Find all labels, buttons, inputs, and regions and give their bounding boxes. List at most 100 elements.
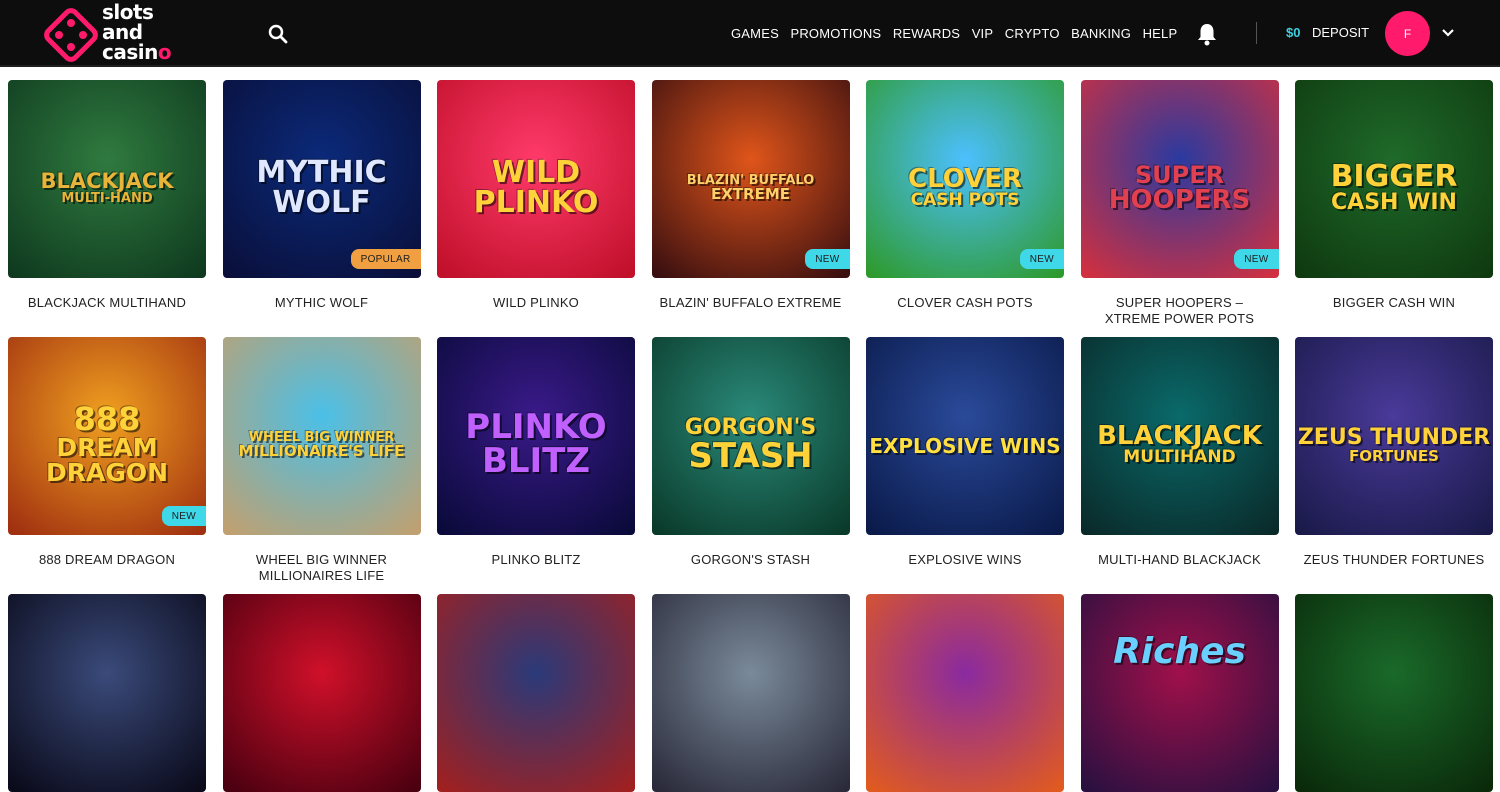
game-thumbnail[interactable] bbox=[866, 594, 1064, 792]
nav-rewards[interactable]: REWARDS bbox=[893, 26, 960, 41]
nav-vip[interactable]: VIP bbox=[972, 26, 994, 41]
game-title[interactable]: MYTHIC WOLF bbox=[223, 295, 421, 311]
game-thumbnail[interactable]: BIGGER CASH WIN bbox=[1295, 80, 1493, 278]
game-logo-line: CASH POTS bbox=[910, 190, 1020, 211]
game-card[interactable]: WHEEL BIG WINNER MILLIONAIRE'S LIFE WHEEL … bbox=[222, 337, 421, 584]
game-card[interactable]: ZEUS THUNDER FORTUNES ZEUS THUNDER FORTUNE… bbox=[1295, 337, 1493, 568]
game-title[interactable]: PLINKO BLITZ bbox=[437, 552, 635, 568]
game-logo-text: BIGGER CASH WIN bbox=[1295, 158, 1493, 214]
game-title[interactable]: SUPER HOOPERS – XTREME POWER POTS bbox=[1081, 295, 1279, 327]
game-card[interactable]: EXPLOSIVE WINS EXPLOSIVE WINS bbox=[866, 337, 1064, 568]
game-card[interactable]: MYTHIC WOLF POPULAR MYTHIC WOLF bbox=[222, 80, 421, 311]
game-card[interactable]: BIGGER CASH WIN BIGGER CASH WIN bbox=[1295, 80, 1493, 311]
game-card[interactable]: BLACKJACK MULTIHAND MULTI-HAND BLACKJACK bbox=[1080, 337, 1279, 568]
nav-games[interactable]: GAMES bbox=[731, 26, 779, 41]
game-thumbnail[interactable]: ZEUS THUNDER FORTUNES bbox=[1295, 337, 1493, 535]
game-card[interactable]: PLINKO BLITZ PLINKO BLITZ bbox=[437, 337, 635, 568]
game-logo-line: BLACKJACK bbox=[1097, 421, 1262, 452]
game-title[interactable]: WHEEL BIG WINNER MILLIONAIRES LIFE bbox=[223, 552, 421, 584]
game-logo-line: DRAGON bbox=[45, 457, 169, 487]
popular-badge: POPULAR bbox=[350, 249, 421, 269]
game-card[interactable]: WILD PLINKO WILD PLINKO bbox=[437, 80, 635, 311]
nav-help[interactable]: HELP bbox=[1143, 26, 1178, 41]
game-title[interactable]: GORGON'S STASH bbox=[652, 552, 850, 568]
game-thumbnail[interactable]: Riches bbox=[1080, 594, 1279, 792]
game-card[interactable] bbox=[8, 594, 206, 792]
game-thumbnail[interactable]: WHEEL BIG WINNER MILLIONAIRE'S LIFE bbox=[222, 337, 421, 535]
game-card[interactable] bbox=[222, 594, 421, 792]
game-logo-line: BIGGER bbox=[1330, 158, 1458, 194]
game-logo-line: FORTUNES bbox=[1349, 446, 1439, 465]
top-header: slots and casino GAMES PROMOTIONS REWARD… bbox=[0, 0, 1500, 67]
new-badge: NEW bbox=[1019, 249, 1064, 269]
game-card[interactable]: SUPER HOOPERS NEW SUPER HOOPERS – XTREME PO… bbox=[1080, 80, 1279, 327]
game-card[interactable] bbox=[651, 594, 850, 792]
game-thumbnail[interactable] bbox=[8, 594, 206, 792]
game-card[interactable]: 888 DREAM DRAGON NEW 888 DREAM DRAGON bbox=[8, 337, 206, 568]
game-thumbnail[interactable] bbox=[651, 594, 850, 792]
game-thumbnail[interactable] bbox=[437, 594, 635, 792]
brand-logo[interactable]: slots and casino bbox=[44, 2, 194, 64]
game-thumbnail[interactable]: BLACKJACK MULTIHAND bbox=[1080, 337, 1279, 535]
nav-promotions[interactable]: PROMOTIONS bbox=[790, 26, 881, 41]
game-thumbnail[interactable]: EXPLOSIVE WINS bbox=[866, 337, 1064, 535]
game-logo-text: BLACKJACK MULTI-HAND bbox=[8, 171, 206, 206]
game-logo-text: ZEUS THUNDER FORTUNES bbox=[1295, 426, 1493, 465]
new-badge: NEW bbox=[161, 506, 206, 526]
game-thumbnail[interactable] bbox=[222, 594, 421, 792]
game-thumbnail[interactable]: WILD PLINKO bbox=[437, 80, 635, 278]
game-logo-text: WHEEL BIG WINNER MILLIONAIRE'S LIFE bbox=[223, 431, 421, 459]
game-title[interactable]: ZEUS THUNDER FORTUNES bbox=[1295, 552, 1493, 568]
game-card[interactable]: BLAZIN' BUFFALO EXTREME NEW BLAZIN' BUFFALO… bbox=[651, 80, 850, 311]
game-thumbnail[interactable]: BLACKJACK MULTI-HAND bbox=[8, 80, 206, 278]
game-card[interactable] bbox=[866, 594, 1064, 792]
game-card[interactable]: GORGON'S STASH GORGON'S STASH bbox=[651, 337, 850, 568]
game-thumbnail[interactable]: CLOVER CASH POTS NEW bbox=[866, 80, 1064, 278]
game-thumbnail[interactable] bbox=[1295, 594, 1493, 792]
game-thumbnail[interactable]: MYTHIC WOLF POPULAR bbox=[222, 80, 421, 278]
game-thumbnail[interactable]: SUPER HOOPERS NEW bbox=[1080, 80, 1279, 278]
game-title[interactable]: BLACKJACK MULTIHAND bbox=[8, 295, 206, 311]
game-title[interactable]: 888 DREAM DRAGON bbox=[8, 552, 206, 568]
new-badge: NEW bbox=[1234, 249, 1279, 269]
game-title[interactable]: CLOVER CASH POTS bbox=[866, 295, 1064, 311]
game-card[interactable] bbox=[1295, 594, 1493, 792]
game-title[interactable]: BIGGER CASH WIN bbox=[1295, 295, 1493, 311]
game-card[interactable]: CLOVER CASH POTS NEW CLOVER CASH POTS bbox=[866, 80, 1064, 311]
game-thumbnail[interactable]: BLAZIN' BUFFALO EXTREME NEW bbox=[651, 80, 850, 278]
game-logo-line: PLINKO bbox=[465, 407, 607, 448]
game-logo-text: SUPER HOOPERS bbox=[1081, 163, 1279, 213]
game-logo-line: HOOPERS bbox=[1108, 184, 1251, 215]
game-thumbnail[interactable]: 888 DREAM DRAGON NEW bbox=[8, 337, 206, 535]
game-card[interactable]: BLACKJACK MULTI-HAND BLACKJACK MULTIHAND bbox=[8, 80, 206, 311]
user-avatar[interactable]: F bbox=[1385, 11, 1430, 56]
search-icon[interactable] bbox=[266, 22, 290, 46]
game-logo-text: WILD PLINKO bbox=[437, 154, 635, 218]
game-logo-text: PLINKO BLITZ bbox=[437, 410, 635, 478]
game-title[interactable]: EXPLOSIVE WINS bbox=[866, 552, 1064, 568]
game-logo-line: DREAM bbox=[56, 432, 158, 462]
nav-banking[interactable]: BANKING bbox=[1071, 26, 1131, 41]
game-logo-line: MULTIHAND bbox=[1123, 447, 1236, 468]
game-card[interactable] bbox=[437, 594, 635, 792]
game-card[interactable]: Riches bbox=[1080, 594, 1279, 792]
game-logo-text: GORGON'S STASH bbox=[652, 416, 850, 473]
game-logo-text: 888 DREAM DRAGON bbox=[8, 403, 206, 485]
game-title[interactable]: WILD PLINKO bbox=[437, 295, 635, 311]
game-thumbnail[interactable]: PLINKO BLITZ bbox=[437, 337, 635, 535]
game-logo-line: WILD bbox=[491, 154, 581, 190]
game-logo-text: BLACKJACK MULTIHAND bbox=[1081, 423, 1279, 466]
chevron-down-icon[interactable] bbox=[1441, 28, 1455, 38]
game-logo-line: 888 bbox=[73, 399, 141, 438]
nav-crypto[interactable]: CRYPTO bbox=[1005, 26, 1060, 41]
game-logo-line: WOLF bbox=[272, 184, 371, 220]
game-thumbnail[interactable]: GORGON'S STASH bbox=[651, 337, 850, 535]
deposit-button[interactable]: DEPOSIT bbox=[1312, 25, 1369, 40]
game-title[interactable]: BLAZIN' BUFFALO EXTREME bbox=[652, 295, 850, 311]
game-logo-text: CLOVER CASH POTS bbox=[866, 166, 1064, 209]
game-title[interactable]: MULTI-HAND BLACKJACK bbox=[1081, 552, 1279, 568]
new-badge: NEW bbox=[805, 249, 850, 269]
game-logo-line: SUPER bbox=[1134, 160, 1225, 189]
game-logo-line: MILLIONAIRE'S LIFE bbox=[238, 442, 405, 461]
bell-icon[interactable] bbox=[1196, 22, 1218, 46]
